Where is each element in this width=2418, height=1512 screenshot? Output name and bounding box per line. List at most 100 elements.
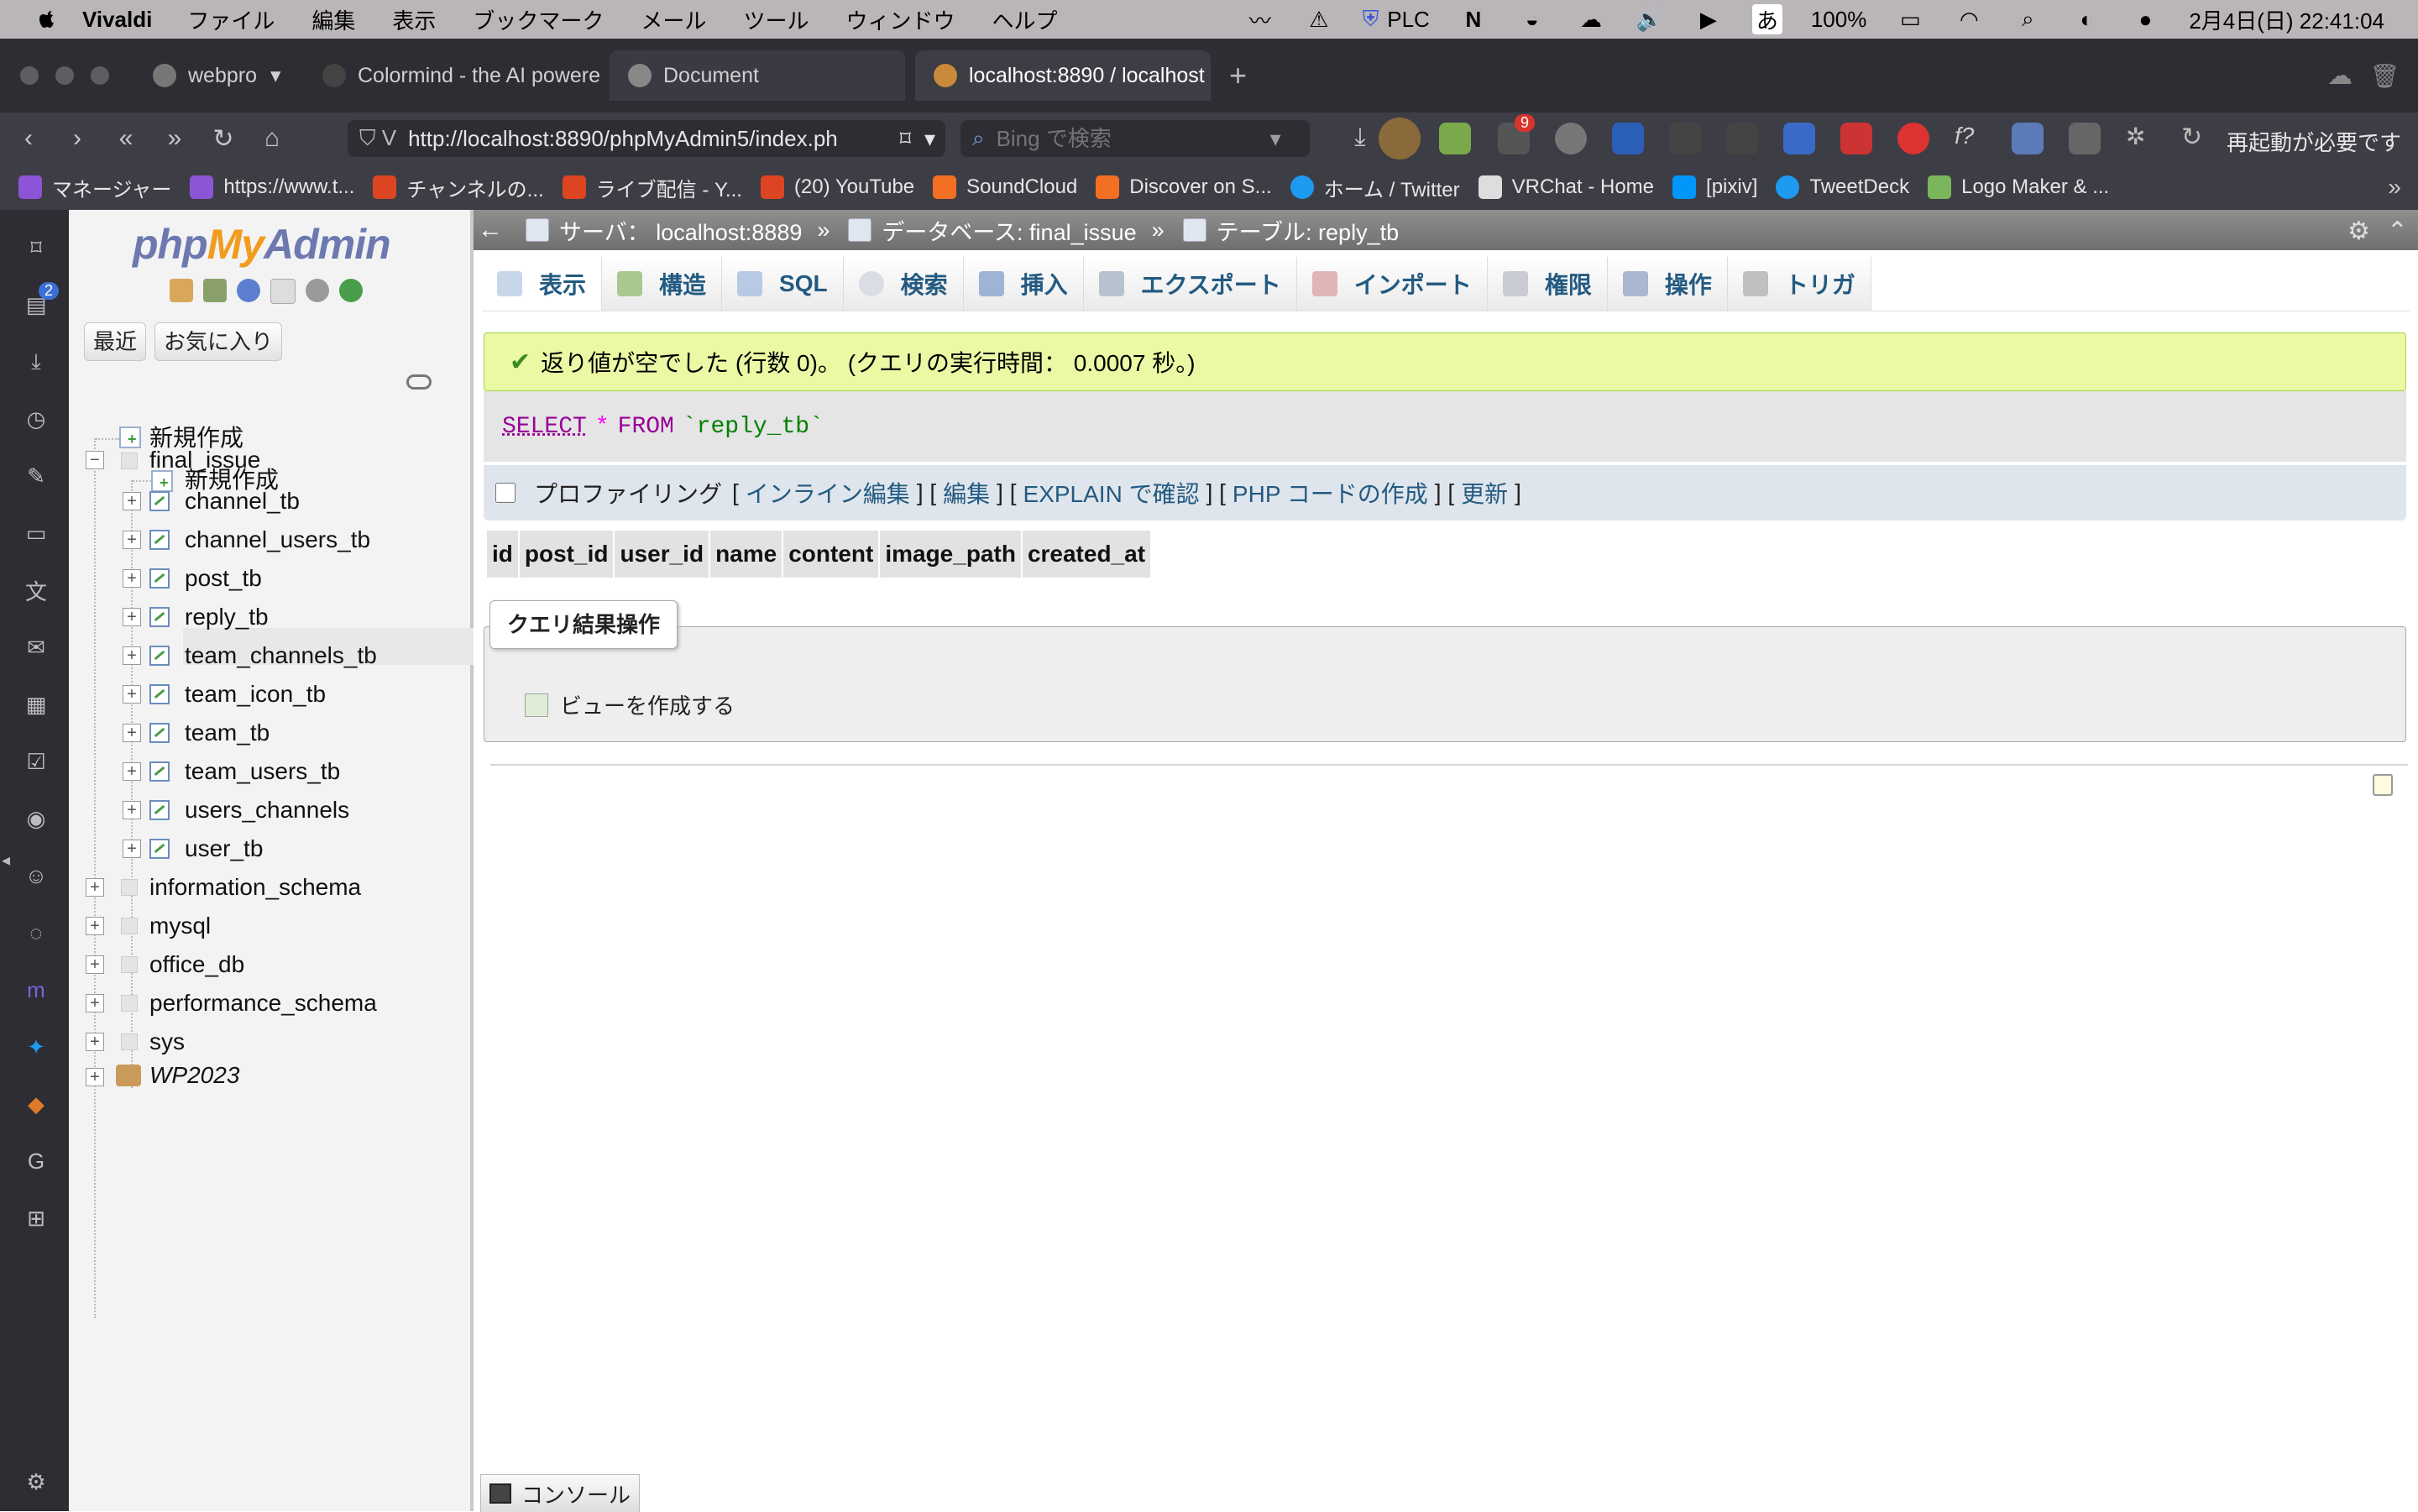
create-view-link[interactable]: ビューを作成する xyxy=(525,689,735,720)
extension-figure-icon[interactable] xyxy=(2069,123,2101,154)
url-text[interactable]: http://localhost:8890/phpMyAdmin5/index.… xyxy=(408,126,900,152)
bookmark-4[interactable]: (20) YouTube xyxy=(760,175,914,199)
expand-office-db[interactable]: + xyxy=(86,955,104,974)
tab-webpro[interactable]: webpro ▾ xyxy=(134,50,294,101)
mail-icon[interactable]: ✉ xyxy=(24,635,49,660)
refresh-link[interactable]: 更新 xyxy=(1461,476,1508,510)
apple-icon[interactable] xyxy=(34,6,60,33)
add-panel-icon[interactable]: ⊞ xyxy=(24,1206,49,1231)
settings-gear-icon[interactable]: ⚙ xyxy=(2347,217,2370,246)
tree-table-channel-users-tb[interactable]: channel_users_tb xyxy=(185,521,370,558)
expand-reply-tb[interactable]: + xyxy=(123,608,141,626)
bookmark-11[interactable]: Logo Maker & ... xyxy=(1928,175,2109,199)
create-php-code-link[interactable]: PHP コードの作成 xyxy=(1233,476,1428,510)
google-icon[interactable]: G xyxy=(24,1148,49,1174)
volume-icon[interactable]: 🔊 xyxy=(1635,4,1665,34)
tree-table-post-tb[interactable]: post_tb xyxy=(185,560,262,597)
tasks-icon[interactable]: ☑ xyxy=(24,749,49,774)
menu-bookmarks[interactable]: ブックマーク xyxy=(473,4,604,35)
notion-icon[interactable]: N xyxy=(1458,4,1489,34)
tree-table-team-tb[interactable]: team_tb xyxy=(185,714,270,751)
home-icon[interactable]: ⌂ xyxy=(257,123,287,154)
sql-keyword-select[interactable]: SELECT xyxy=(502,414,587,440)
tree-db-office-db[interactable]: office_db xyxy=(149,946,244,983)
tab-search[interactable]: 検索 xyxy=(843,257,964,311)
phpmyadmin-logo[interactable]: phpMyAdmin xyxy=(133,220,391,269)
tree-db-mysql[interactable]: mysql xyxy=(149,908,211,944)
history-icon[interactable]: ◷ xyxy=(24,406,49,432)
battery-percent[interactable]: 100% xyxy=(1811,7,1867,33)
bookmark-6[interactable]: Discover on S... xyxy=(1096,175,1272,199)
siri-icon[interactable]: ● xyxy=(2130,4,2160,34)
expand-wp2023[interactable]: + xyxy=(86,1068,104,1086)
breadcrumb-server[interactable]: サーバ： localhost:8889 xyxy=(526,214,802,247)
profile-avatar[interactable] xyxy=(1379,118,1421,160)
tab-document[interactable]: Document xyxy=(610,50,905,101)
expand-team-tb[interactable]: + xyxy=(123,724,141,742)
collapse-panel-icon[interactable]: ◂ xyxy=(2,850,10,871)
more-bookmarks-icon[interactable]: » xyxy=(2388,174,2401,201)
rewind-icon[interactable]: « xyxy=(111,123,141,154)
tab-import[interactable]: インポート xyxy=(1296,257,1488,311)
edit-link[interactable]: 編集 xyxy=(943,476,990,510)
bookmark-icon[interactable]: ⌑ xyxy=(900,126,911,152)
control-center-icon[interactable]: ◐ xyxy=(2071,4,2101,34)
download-icon[interactable]: ⤓ xyxy=(1345,123,1375,153)
chevron-down-icon[interactable]: ▾ xyxy=(1270,126,1281,152)
column-header-post-id[interactable]: post_id xyxy=(519,531,614,578)
collapse-navigation-icon[interactable]: ← xyxy=(474,216,507,244)
menu-help[interactable]: ヘルプ xyxy=(992,4,1057,35)
bookmark-0[interactable]: マネージャー xyxy=(18,173,171,202)
bookmark-7[interactable]: ホーム / Twitter xyxy=(1290,173,1460,202)
tree-table-team-icon-tb[interactable]: team_icon_tb xyxy=(185,676,326,713)
settings-icon[interactable] xyxy=(306,279,329,302)
breadcrumb-database[interactable]: データベース: final_issue xyxy=(848,214,1137,247)
new-tab-button[interactable]: + xyxy=(1229,58,1247,93)
inline-edit-link[interactable]: インライン編集 xyxy=(746,476,910,510)
collapse-final-issue[interactable]: − xyxy=(86,451,104,469)
bookmark-5[interactable]: SoundCloud xyxy=(933,175,1077,199)
update-icon[interactable]: ↻ xyxy=(2181,123,2213,154)
extension-pen-icon[interactable] xyxy=(1669,123,1701,154)
column-header-id[interactable]: id xyxy=(487,531,518,578)
expand-channel-users-tb[interactable]: + xyxy=(123,531,141,549)
page-settings-icon[interactable] xyxy=(2373,774,2393,796)
contacts-icon[interactable]: ☺ xyxy=(24,863,49,888)
extension-sound-icon[interactable] xyxy=(2012,123,2044,154)
expand-team-channels-tb[interactable]: + xyxy=(123,646,141,665)
menu-window[interactable]: ウィンドウ xyxy=(845,4,955,35)
profiling-checkbox[interactable] xyxy=(495,483,516,503)
tab-structure[interactable]: 構造 xyxy=(602,257,723,311)
tab-insert[interactable]: 挿入 xyxy=(963,257,1084,311)
bookmark-10[interactable]: TweetDeck xyxy=(1776,175,1909,199)
tree-table-reply-tb[interactable]: reply_tb xyxy=(185,599,269,636)
tree-db-sys[interactable]: sys xyxy=(149,1023,185,1060)
home-icon[interactable] xyxy=(170,279,193,302)
mastodon-icon[interactable]: m xyxy=(24,977,49,1002)
fast-forward-icon[interactable]: » xyxy=(160,123,190,154)
zoom-window-button[interactable] xyxy=(91,66,109,85)
link-with-main-panel-icon[interactable] xyxy=(406,374,432,390)
notes-icon[interactable]: ✎ xyxy=(24,463,49,489)
expand-team-users-tb[interactable]: + xyxy=(123,762,141,781)
downloads-icon[interactable]: ⤓ xyxy=(24,348,49,374)
restart-required-label[interactable]: 再起動が必要です xyxy=(2227,126,2401,157)
tab-phpmyadmin[interactable]: localhost:8890 / localhost xyxy=(915,50,1211,101)
tab-browse[interactable]: 表示 xyxy=(482,257,603,311)
favorites-button[interactable]: お気に入り xyxy=(154,322,283,361)
extension-chat-icon[interactable] xyxy=(1897,123,1929,154)
bookmark-1[interactable]: https://www.t... xyxy=(190,175,354,199)
tab-operations[interactable]: 操作 xyxy=(1607,257,1728,311)
bookmarks-panel-icon[interactable]: ⌑ xyxy=(24,235,49,260)
bookmark-3[interactable]: ライブ配信 - Y... xyxy=(562,173,742,202)
tree-table-team-users-tb[interactable]: team_users_tb xyxy=(185,753,340,790)
search-field[interactable]: ⌕ ▾ xyxy=(960,120,1310,157)
site-info-icon[interactable]: ⛉ V xyxy=(359,125,396,152)
reload-icon[interactable] xyxy=(339,279,363,302)
chevron-down-icon[interactable]: ▾ xyxy=(924,126,935,152)
close-window-button[interactable] xyxy=(20,66,39,85)
back-icon[interactable]: ‹ xyxy=(13,123,44,154)
copilot-icon[interactable]: ◆ xyxy=(24,1091,49,1117)
formula-icon[interactable]: f? xyxy=(1955,123,1986,154)
input-mode[interactable]: あ xyxy=(1751,4,1782,34)
